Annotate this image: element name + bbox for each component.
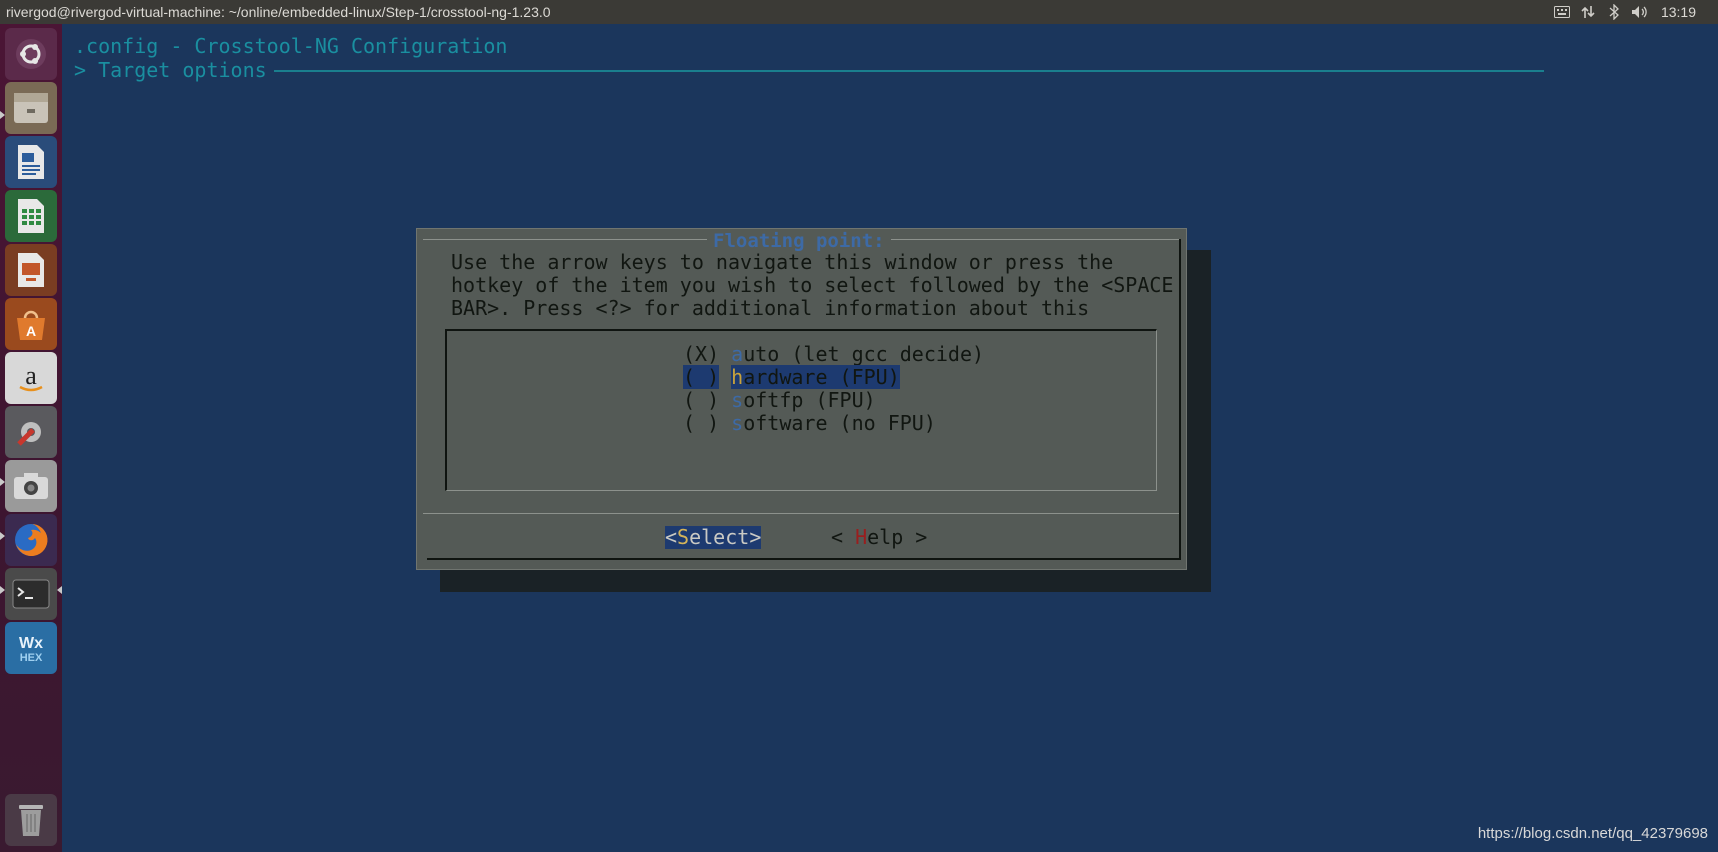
prompt-line: Use the arrow keys to navigate this wind… xyxy=(451,250,1114,274)
option-label: oftfp (FPU) xyxy=(743,388,876,412)
ubuntu-dash-icon[interactable] xyxy=(5,28,57,80)
svg-text:HEX: HEX xyxy=(20,652,43,664)
launcher: A a Wx HEX xyxy=(0,24,63,852)
software-center-icon[interactable]: A xyxy=(5,298,57,350)
trash-icon[interactable] xyxy=(5,794,57,846)
radio-mark: ( ) xyxy=(683,388,720,412)
bracket: < xyxy=(831,525,856,549)
prompt-line: hotkey of the item you wish to select fo… xyxy=(451,273,1174,297)
svg-text:a: a xyxy=(25,361,37,390)
option-auto[interactable]: (X) auto (let gcc decide) xyxy=(683,343,984,366)
dialog-prompt: Use the arrow keys to navigate this wind… xyxy=(451,251,1173,320)
radio-mark: ( ) xyxy=(683,411,720,435)
calc-icon[interactable] xyxy=(5,190,57,242)
option-hotkey: s xyxy=(731,411,744,435)
radio-mark: ( ) xyxy=(683,365,720,389)
svg-text:A: A xyxy=(26,323,36,339)
button-label: elect xyxy=(689,525,750,549)
radio-mark: (X) xyxy=(683,342,720,366)
option-hotkey: h xyxy=(731,365,744,389)
amazon-icon[interactable]: a xyxy=(5,352,57,404)
option-software[interactable]: ( ) software (no FPU) xyxy=(683,412,936,435)
option-hotkey: a xyxy=(731,342,744,366)
writer-icon[interactable] xyxy=(5,136,57,188)
option-label: oftware (no FPU) xyxy=(743,411,936,435)
volume-icon[interactable] xyxy=(1627,0,1653,24)
system-settings-icon[interactable] xyxy=(5,406,57,458)
camera-icon[interactable] xyxy=(5,460,57,512)
top-panel: rivergod@rivergod-virtual-machine: ~/onl… xyxy=(0,0,1718,24)
window-title: rivergod@rivergod-virtual-machine: ~/onl… xyxy=(6,4,551,20)
menuconfig-header: .config - Crosstool-NG Configuration xyxy=(74,34,508,58)
dialog-frame xyxy=(1179,239,1181,559)
files-icon[interactable] xyxy=(5,82,57,134)
option-label: ardware (FPU) xyxy=(743,365,900,389)
option-hardware[interactable]: ( ) hardware (FPU) xyxy=(683,365,900,389)
button-hotkey: H xyxy=(855,525,868,549)
bracket: < xyxy=(665,525,678,549)
keyboard-icon[interactable] xyxy=(1549,0,1575,24)
network-icon[interactable] xyxy=(1575,0,1601,24)
floating-point-dialog: Floating point: Use the arrow keys to na… xyxy=(416,228,1187,570)
bracket: > xyxy=(749,525,762,549)
system-tray: 13:19 xyxy=(1549,0,1718,24)
button-divider xyxy=(423,513,1179,514)
choice-list: (X) auto (let gcc decide) ( ) hardware (… xyxy=(445,329,1157,491)
help-button[interactable]: < Help > xyxy=(831,526,927,549)
option-label: uto (let gcc decide) xyxy=(743,342,985,366)
firefox-icon[interactable] xyxy=(5,514,57,566)
breadcrumb-divider xyxy=(274,70,1544,72)
svg-text:Wx: Wx xyxy=(19,635,43,652)
clock[interactable]: 13:19 xyxy=(1653,4,1718,20)
terminal-icon[interactable] xyxy=(5,568,57,620)
bracket: > xyxy=(903,525,928,549)
terminal-window[interactable]: .config - Crosstool-NG Configuration > T… xyxy=(62,24,1718,852)
option-hotkey: s xyxy=(731,388,744,412)
prompt-line: BAR>. Press <?> for additional informati… xyxy=(451,296,1090,320)
bluetooth-icon[interactable] xyxy=(1601,0,1627,24)
button-label: elp xyxy=(867,525,904,549)
dialog-title: Floating point: xyxy=(707,230,891,252)
impress-icon[interactable] xyxy=(5,244,57,296)
watermark: https://blog.csdn.net/qq_42379698 xyxy=(1477,825,1708,842)
breadcrumb: > Target options xyxy=(74,58,267,82)
button-hotkey: S xyxy=(677,525,690,549)
option-softfp[interactable]: ( ) softfp (FPU) xyxy=(683,389,876,412)
dialog-frame xyxy=(427,558,1181,560)
select-button[interactable]: <Select> xyxy=(665,525,762,549)
wxhex-icon[interactable]: Wx HEX xyxy=(5,622,57,674)
